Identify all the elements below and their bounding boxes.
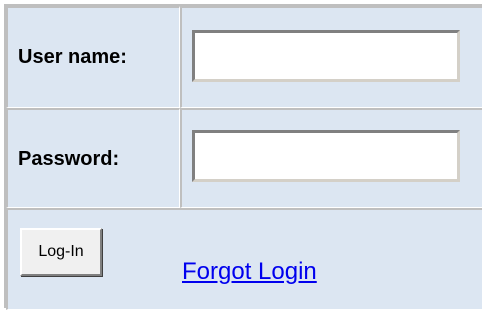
username-label: User name: — [18, 46, 127, 68]
password-input-cell — [180, 108, 482, 208]
username-label-cell: User name: — [6, 6, 180, 108]
username-input-cell — [180, 6, 482, 108]
password-label: Password: — [18, 148, 120, 170]
actions-cell: Log-In Forgot Login — [6, 208, 482, 310]
forgot-login-link[interactable]: Forgot Login — [182, 258, 317, 286]
login-button[interactable]: Log-In — [20, 228, 102, 276]
login-form-table: User name: Password: Log-In Forgot Login — [4, 4, 482, 310]
password-input[interactable] — [192, 130, 460, 182]
password-label-cell: Password: — [6, 108, 180, 208]
username-input[interactable] — [192, 30, 460, 82]
